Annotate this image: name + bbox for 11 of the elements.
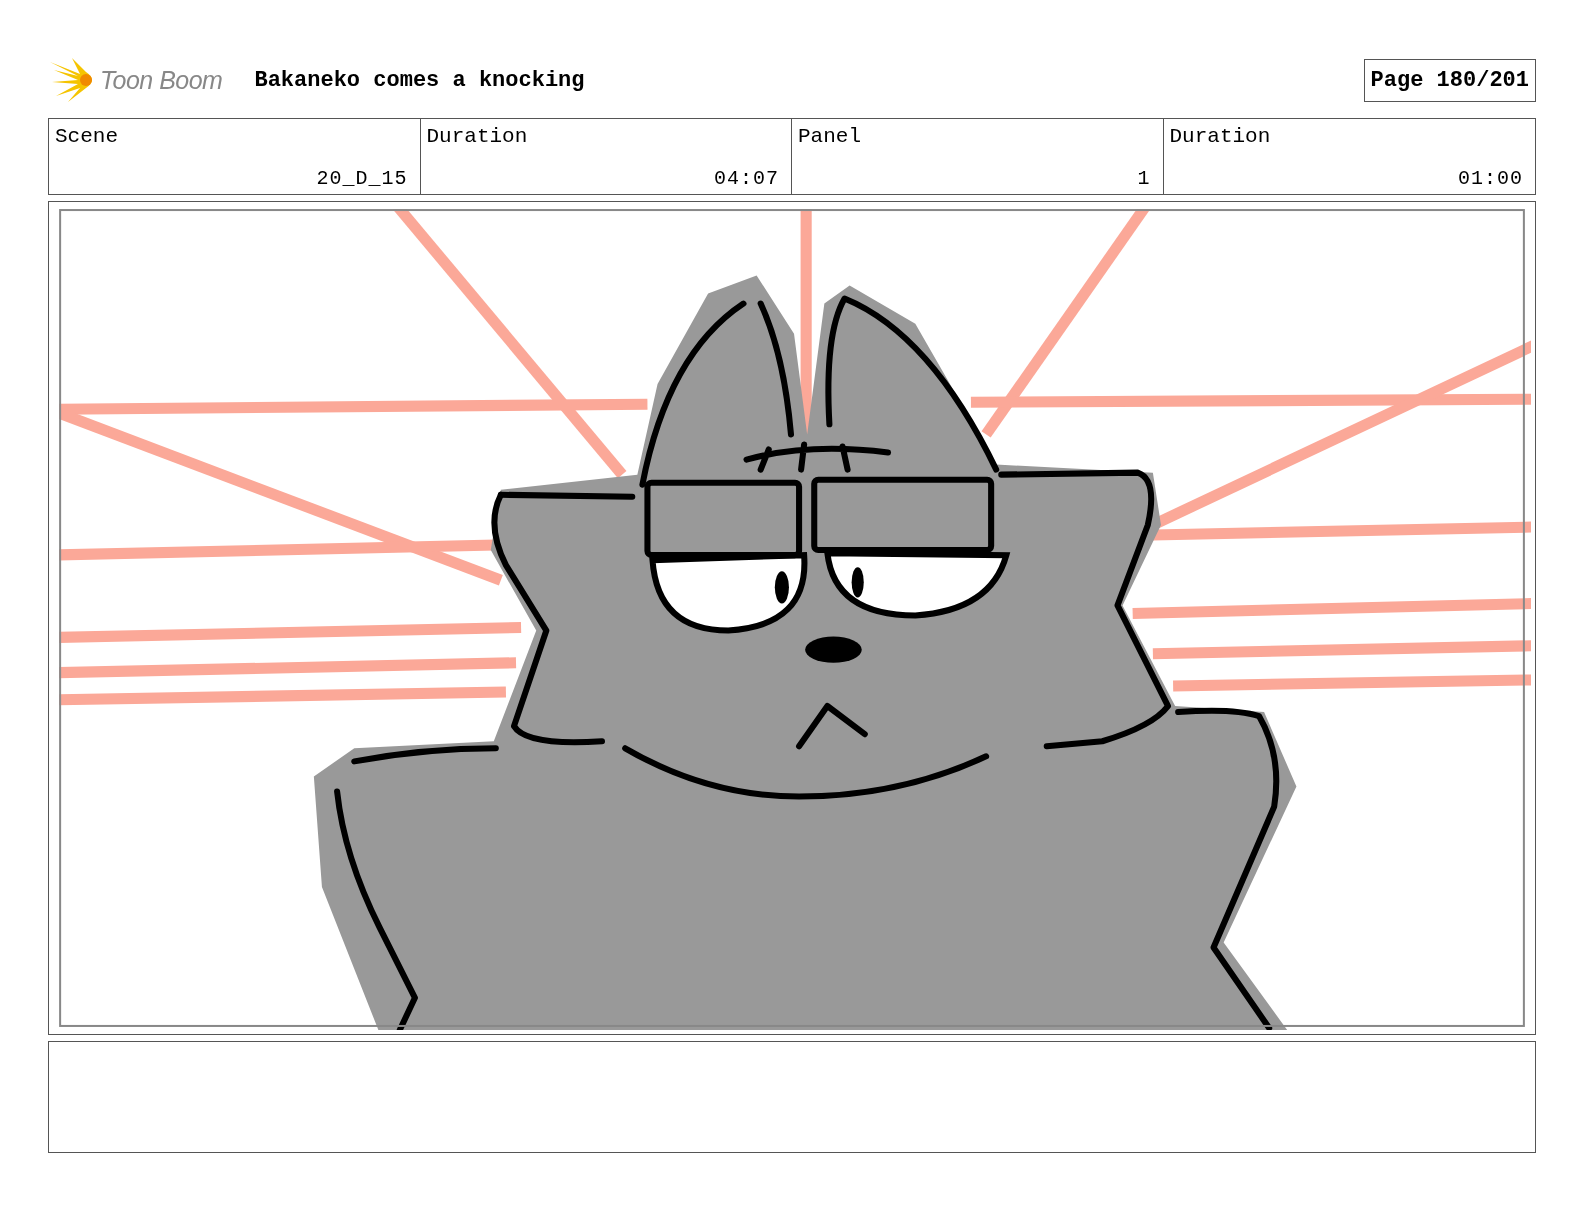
page-number: Page 180/201 [1363, 58, 1536, 102]
logo-text: Toon Boom [100, 65, 223, 95]
field-value: 01:00 [1458, 167, 1523, 190]
field-label: Scene [55, 125, 119, 148]
storyboard-title: Bakaneko comes a knocking [254, 67, 586, 93]
field-value: 1 [1137, 167, 1151, 190]
field-value: 20_D_15 [316, 167, 408, 190]
field-label: Duration [426, 125, 529, 148]
field-value: 04:07 [714, 167, 779, 190]
field-label: Duration [1169, 125, 1272, 148]
field-label: Panel [798, 125, 862, 148]
